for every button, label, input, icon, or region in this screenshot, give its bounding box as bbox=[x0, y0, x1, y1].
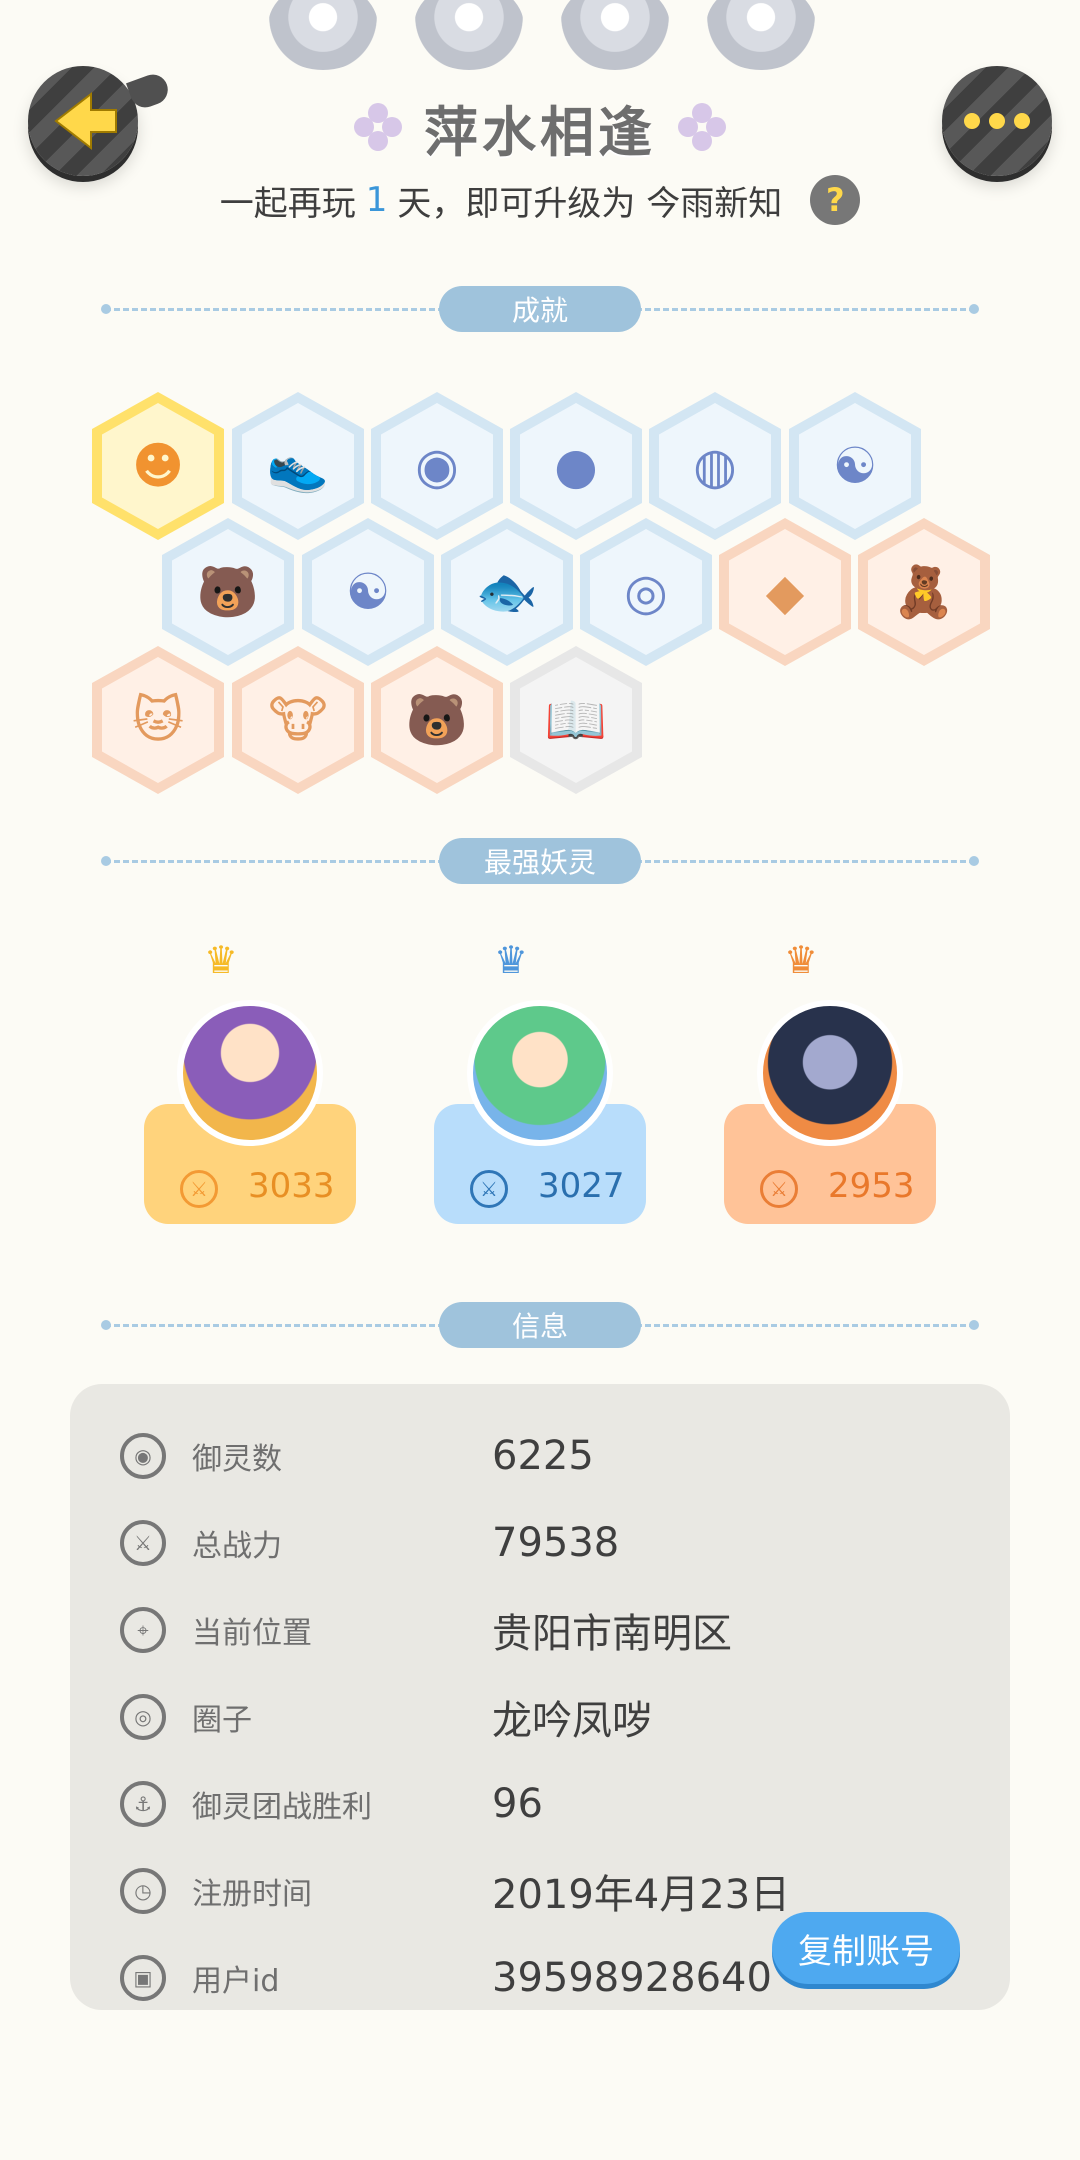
info-label: 御灵数 bbox=[192, 1442, 282, 1477]
strongest-spirits-section-header: 最强妖灵 bbox=[101, 838, 979, 884]
achievement-icon: 🐻 bbox=[196, 563, 260, 621]
info-row: ◎ 圈子 龙吟凤哕 bbox=[120, 1687, 960, 1747]
upgrade-hint: 一起再玩 1 天，即可升级为 今雨新知 ? bbox=[0, 172, 1080, 228]
upgrade-days: 1 bbox=[365, 180, 388, 220]
achievement-icon: 🐻 bbox=[405, 691, 469, 749]
achievement-badge[interactable]: ● bbox=[510, 392, 642, 540]
relationship-header: 萍水相逢 bbox=[0, 92, 1080, 164]
achievement-badge[interactable]: ◉ bbox=[371, 392, 503, 540]
achievement-badge[interactable]: ◍ bbox=[649, 392, 781, 540]
achievement-icon: 🧸 bbox=[892, 563, 956, 621]
achievement-badge[interactable]: 🐟 bbox=[441, 518, 573, 666]
spirit-power-value: 2953 bbox=[828, 1166, 915, 1206]
achievement-badge[interactable]: 📖 bbox=[510, 646, 642, 794]
achievement-icon: ◍ bbox=[693, 437, 737, 495]
upgrade-hint-suffix: 天，即可升级为 今雨新知 bbox=[397, 183, 783, 224]
info-value: 2019年4月23日 bbox=[492, 1872, 791, 1918]
power-icon: ⚔ bbox=[470, 1170, 508, 1208]
achievement-icon: ◉ bbox=[415, 437, 459, 495]
info-row: ◉ 御灵数 6225 bbox=[120, 1426, 960, 1486]
section-title: 成就 bbox=[439, 286, 641, 332]
clock-icon: ◷ bbox=[120, 1868, 166, 1914]
crown-icon: ♛ bbox=[204, 938, 239, 982]
info-row: ⚓ 御灵团战胜利 96 bbox=[120, 1774, 960, 1834]
flower-decoration bbox=[560, 0, 670, 70]
achievement-icon: ◆ bbox=[765, 563, 805, 621]
achievement-badge[interactable]: 🐱 bbox=[92, 646, 224, 794]
crown-icon: ♛ bbox=[494, 938, 529, 982]
info-value: 6225 bbox=[492, 1433, 594, 1479]
spirit-avatar[interactable] bbox=[177, 1000, 323, 1146]
achievement-badge[interactable]: ☻ bbox=[92, 392, 224, 540]
info-row: ⌖ 当前位置 贵阳市南明区 bbox=[120, 1600, 960, 1660]
achievement-icon: ☻ bbox=[131, 437, 185, 495]
upgrade-hint-prefix: 一起再玩 bbox=[219, 183, 356, 224]
total-power-icon: ⚔ bbox=[120, 1520, 166, 1566]
spirit-power-value: 3027 bbox=[538, 1166, 625, 1206]
info-value: 贵阳市南明区 bbox=[492, 1611, 732, 1657]
info-row: ⚔ 总战力 79538 bbox=[120, 1513, 960, 1573]
achievement-icon: ◎ bbox=[624, 563, 668, 621]
achievement-badge[interactable]: 🐻 bbox=[162, 518, 294, 666]
achievement-icon: 🐱 bbox=[131, 691, 185, 749]
achievement-badge[interactable]: ☯ bbox=[789, 392, 921, 540]
info-label: 御灵团战胜利 bbox=[192, 1790, 372, 1825]
achievement-badge[interactable]: ☯ bbox=[302, 518, 434, 666]
info-value: 96 bbox=[492, 1781, 543, 1827]
achievement-badge[interactable]: 🧸 bbox=[858, 518, 990, 666]
info-label: 用户id bbox=[192, 1964, 280, 1999]
help-icon[interactable]: ? bbox=[810, 175, 861, 225]
achievement-icon: ☯ bbox=[345, 563, 391, 621]
info-value: 79538 bbox=[492, 1520, 620, 1566]
achievement-badge[interactable]: ◆ bbox=[719, 518, 851, 666]
copy-account-button[interactable]: 复制账号 bbox=[772, 1912, 960, 1984]
achievement-icon: 👟 bbox=[266, 437, 330, 495]
spirit-avatar[interactable] bbox=[757, 1000, 903, 1146]
achievement-badge[interactable]: 🐮 bbox=[232, 646, 364, 794]
achievement-badge[interactable]: 👟 bbox=[232, 392, 364, 540]
achievement-icon: 📖 bbox=[544, 691, 608, 749]
spirit-power-value: 3033 bbox=[248, 1166, 335, 1206]
section-title: 最强妖灵 bbox=[439, 838, 641, 884]
achievement-icon: ● bbox=[554, 437, 598, 495]
flower-decoration bbox=[706, 0, 816, 70]
info-value: 39598928640 bbox=[492, 1955, 772, 2001]
info-label: 注册时间 bbox=[192, 1877, 312, 1912]
achievement-icon: ☯ bbox=[832, 437, 878, 495]
info-section-header: 信息 bbox=[101, 1302, 979, 1348]
achievement-icon: 🐮 bbox=[268, 691, 328, 749]
blossom-icon bbox=[678, 103, 726, 151]
relationship-title: 萍水相逢 bbox=[424, 100, 656, 164]
flower-decoration bbox=[414, 0, 524, 70]
power-icon: ⚔ bbox=[760, 1170, 798, 1208]
achievements-section-header: 成就 bbox=[101, 286, 979, 332]
section-title: 信息 bbox=[439, 1302, 641, 1348]
info-value: 龙吟凤哕 bbox=[492, 1698, 652, 1744]
info-label: 总战力 bbox=[192, 1529, 282, 1564]
spirit-count-icon: ◉ bbox=[120, 1433, 166, 1479]
top-decoration bbox=[0, 0, 1080, 70]
id-icon: ▣ bbox=[120, 1955, 166, 2001]
circle-icon: ◎ bbox=[120, 1694, 166, 1740]
location-icon: ⌖ bbox=[120, 1607, 166, 1653]
info-label: 当前位置 bbox=[192, 1616, 312, 1651]
info-label: 圈子 bbox=[192, 1703, 252, 1738]
flower-decoration bbox=[268, 0, 378, 70]
power-icon: ⚔ bbox=[180, 1170, 218, 1208]
spirit-avatar[interactable] bbox=[467, 1000, 613, 1146]
blossom-icon bbox=[354, 103, 402, 151]
achievement-icon: 🐟 bbox=[475, 563, 539, 621]
achievement-badge[interactable]: ◎ bbox=[580, 518, 712, 666]
crown-icon: ♛ bbox=[784, 938, 819, 982]
achievement-badge[interactable]: 🐻 bbox=[371, 646, 503, 794]
team-battle-icon: ⚓ bbox=[120, 1781, 166, 1827]
